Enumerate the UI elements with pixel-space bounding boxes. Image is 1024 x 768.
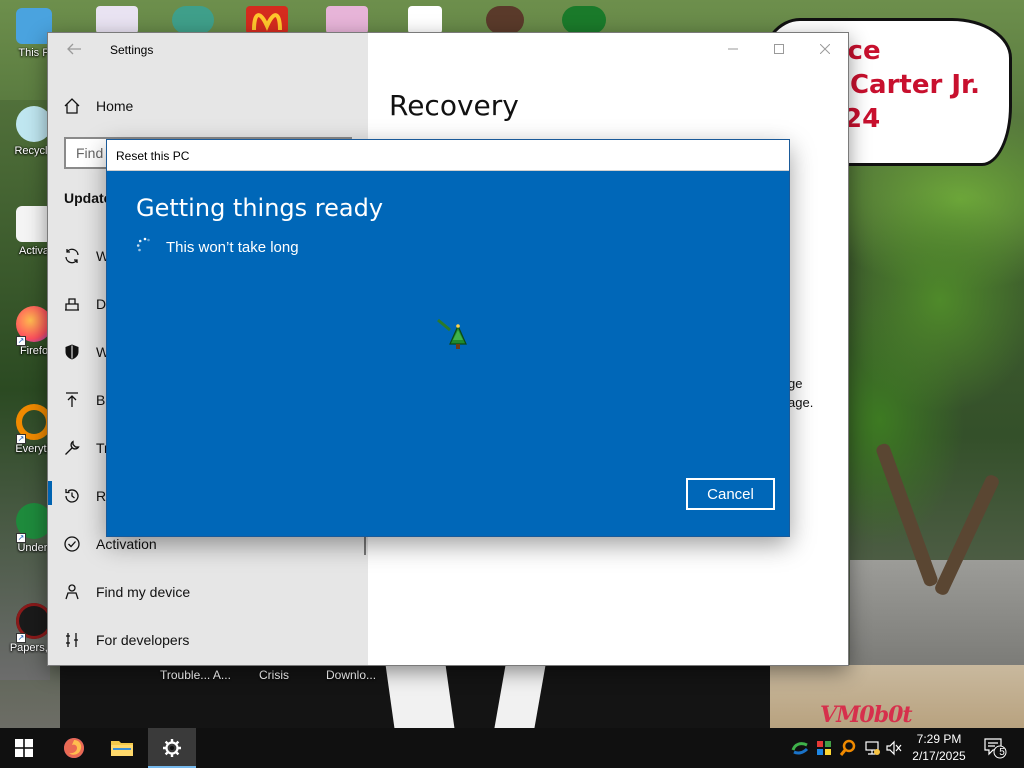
- shortcut-arrow-icon: ↗: [16, 336, 26, 346]
- content-text-fragment-2: age.: [788, 395, 814, 410]
- taskbar: 7:29 PM 2/17/2025 5: [0, 728, 1024, 768]
- mcdonalds-icon[interactable]: [246, 6, 288, 34]
- wallpaper-left-strip: [0, 100, 50, 680]
- nav-item-for-developers[interactable]: For developers: [48, 616, 368, 664]
- back-arrow-icon[interactable]: [64, 39, 84, 59]
- action-center-button[interactable]: 5: [982, 738, 1008, 759]
- close-icon: [820, 44, 830, 54]
- network-globe-icon[interactable]: [790, 738, 810, 758]
- nav-item-find-my-device[interactable]: Find my device: [48, 568, 368, 616]
- firefox-icon: [64, 738, 84, 758]
- system-clock[interactable]: 7:29 PM 2/17/2025: [906, 731, 972, 765]
- desktop-top-icon-1[interactable]: [96, 6, 138, 34]
- dialog-subtext: This won’t take long: [166, 239, 299, 256]
- nav-section-heading: Update: [64, 190, 112, 206]
- window-controls: [710, 33, 848, 65]
- close-button[interactable]: [802, 33, 848, 65]
- dialog-titlebar: Reset this PC: [107, 140, 789, 171]
- nav-scrollbar[interactable]: [364, 533, 366, 555]
- wallpaper-watermark: VM0b0t: [820, 702, 913, 728]
- cancel-button[interactable]: Cancel: [686, 478, 775, 510]
- delivery-icon: [48, 280, 96, 328]
- wrench-icon: [48, 424, 96, 472]
- search-tray-icon[interactable]: [838, 738, 858, 758]
- character-icon-1[interactable]: [172, 6, 214, 34]
- home-icon: [48, 82, 96, 130]
- bubble-line-1: ace: [830, 36, 881, 66]
- desktop-label-downloads[interactable]: Downlo...: [326, 668, 376, 682]
- person-location-icon: [48, 568, 96, 616]
- computer-icon: [16, 8, 52, 44]
- character-icon-2[interactable]: [326, 6, 368, 34]
- windows-icon: [15, 739, 33, 757]
- desktop-label-troubleshoot[interactable]: Trouble... A...: [160, 668, 231, 682]
- shortcut-arrow-icon: ↗: [16, 533, 26, 543]
- backup-icon: [48, 376, 96, 424]
- clock-date: 2/17/2025: [912, 749, 966, 763]
- folder-icon: [111, 741, 133, 756]
- network-icon[interactable]: [862, 738, 882, 758]
- settings-button[interactable]: [148, 728, 196, 768]
- volume-muted-icon[interactable]: [884, 738, 904, 758]
- clock-time: 7:29 PM: [916, 732, 962, 746]
- flag-icon[interactable]: [408, 6, 442, 34]
- gear-icon: [163, 739, 181, 757]
- app-tray-icon[interactable]: [814, 738, 834, 758]
- file-explorer-button[interactable]: [98, 728, 146, 768]
- window-title: Settings: [110, 43, 154, 57]
- character-icon-3[interactable]: [562, 6, 606, 34]
- content-text-fragment-1: ge: [788, 376, 803, 391]
- dialog-title: Reset this PC: [116, 149, 190, 163]
- nav-home[interactable]: Home: [48, 82, 368, 130]
- document-icon: [16, 206, 52, 242]
- recycle-bin-icon: [16, 106, 52, 142]
- notification-count-badge: 5: [999, 747, 1005, 758]
- bubble-line-3: 24: [844, 104, 881, 134]
- minimize-icon: [728, 48, 738, 50]
- loading-spinner-icon: [136, 237, 154, 255]
- start-button[interactable]: [0, 728, 48, 768]
- photo-icon[interactable]: [486, 6, 524, 34]
- bubble-line-2: l Carter Jr.: [832, 70, 981, 100]
- developer-icon: [48, 616, 96, 664]
- shortcut-arrow-icon: ↗: [16, 633, 26, 643]
- minimize-button[interactable]: [710, 33, 756, 65]
- shortcut-arrow-icon: ↗: [16, 434, 26, 444]
- maximize-button[interactable]: [756, 33, 802, 65]
- page-title: Recovery: [389, 89, 519, 122]
- check-circle-icon: [48, 520, 96, 568]
- dialog-heading: Getting things ready: [136, 194, 384, 222]
- desktop-label-crisis[interactable]: Crisis: [259, 668, 289, 682]
- mouse-cursor-icon: [436, 318, 472, 354]
- maximize-icon: [774, 44, 784, 54]
- sync-icon: [48, 232, 96, 280]
- shield-icon: [48, 328, 96, 376]
- speech-bubble-text: ace l Carter Jr. 24: [830, 34, 1010, 136]
- recovery-icon: [48, 472, 96, 520]
- firefox-button[interactable]: [50, 728, 98, 768]
